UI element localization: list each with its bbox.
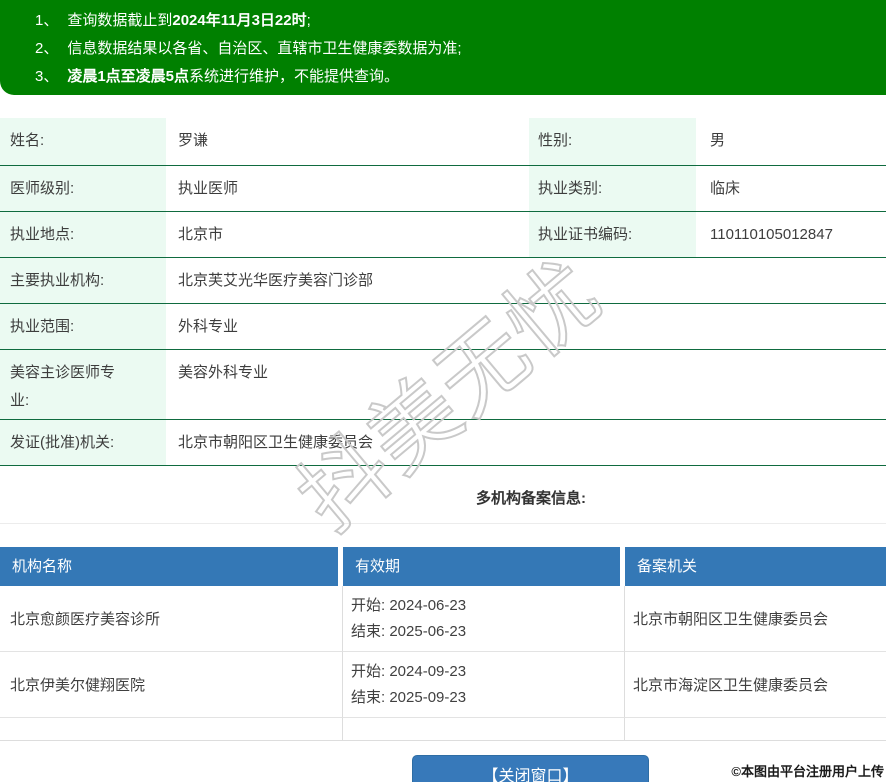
institution-name: 北京伊美尔健翔医院 xyxy=(0,652,343,718)
validity-period: 开始: 2024-06-23 结束: 2025-06-23 xyxy=(343,586,625,652)
close-window-button[interactable]: 【关闭窗口】 xyxy=(412,755,649,782)
validity-start: 开始: 2024-09-27 xyxy=(351,738,624,741)
notice-number: 3、 xyxy=(35,68,59,85)
notice-number: 2、 xyxy=(35,40,59,57)
field-value-practice-scope: 外科专业 xyxy=(178,318,239,335)
field-label-certificate-no: 执业证书编码: xyxy=(529,212,696,257)
field-value-practice-type: 临床 xyxy=(710,180,741,197)
filing-table-header-row: 机构名称 有效期 备案机关 xyxy=(0,547,886,586)
table-row: 北京愈颜医疗美容诊所 开始: 2024-06-23 结束: 2025-06-23… xyxy=(0,586,886,652)
institution-name xyxy=(0,718,343,740)
notice-line-3: 3、 凌晨1点至凌晨5点系统进行维护，不能提供查询。 xyxy=(0,63,886,91)
query-result-page: 1、 查询数据截止到2024年11月3日22时; 2、 信息数据结果以各省、自治区、… xyxy=(0,0,886,782)
field-label-practice-type: 执业类别: xyxy=(529,166,696,211)
notice-text: 信息数据结果以各省、自治区、直辖市卫生健康委数据为准; xyxy=(67,40,462,57)
field-label-gender: 性别: xyxy=(529,118,696,165)
validity-end: 结束: 2025-09-23 xyxy=(351,688,467,706)
validity-period: 开始: 2024-09-23 结束: 2025-09-23 xyxy=(343,652,625,718)
table-row: 北京伊美尔健翔医院 开始: 2024-09-23 结束: 2025-09-23 … xyxy=(0,652,886,718)
field-value-main-institution: 北京芙艾光华医疗美容门诊部 xyxy=(178,272,374,289)
table-row: 执业范围: 外科专业 xyxy=(0,304,886,350)
table-row: 主要执业机构: 北京芙艾光华医疗美容门诊部 xyxy=(0,258,886,304)
filing-table: 机构名称 有效期 备案机关 北京愈颜医疗美容诊所 开始: 2024-06-23 … xyxy=(0,547,886,741)
field-label-practice-place: 执业地点: xyxy=(0,212,166,257)
field-label-doctor-level: 医师级别: xyxy=(0,166,166,211)
multi-institution-section-title: 多机构备案信息: xyxy=(476,490,586,507)
field-label-issuing-authority: 发证(批准)机关: xyxy=(0,420,166,465)
divider xyxy=(0,523,886,524)
notice-text: ; xyxy=(306,12,311,29)
notice-number: 1、 xyxy=(35,12,59,29)
field-value-name: 罗谦 xyxy=(178,132,209,149)
field-value-doctor-level: 执业医师 xyxy=(178,180,239,197)
filing-authority: 北京市朝阳区卫生健康委员会 xyxy=(625,586,886,652)
filing-authority xyxy=(625,718,886,740)
notice-text: 查询数据截止到 xyxy=(67,12,173,29)
notice-bar: 1、 查询数据截止到2024年11月3日22时; 2、 信息数据结果以各省、自治区、… xyxy=(0,0,886,95)
validity-start: 开始: 2024-09-23 xyxy=(351,662,467,680)
validity-period: 开始: 2024-09-27 xyxy=(343,718,625,741)
doctor-info-table: 姓名: 罗谦 性别: 男 医师级别: 执业医师 执业类别: 临床 执业地点: 北… xyxy=(0,118,886,466)
uploader-note: ©本图由平台注册用户上传 xyxy=(731,764,884,779)
field-label-cosmetic-specialty: 美容主诊医师专业: xyxy=(0,350,166,419)
notice-line-2: 2、 信息数据结果以各省、自治区、直辖市卫生健康委数据为准; xyxy=(0,35,886,63)
notice-text-bold: 2024年11月3日22时 xyxy=(172,12,307,29)
validity-end: 结束: 2025-06-23 xyxy=(351,622,467,640)
notice-line-1: 1、 查询数据截止到2024年11月3日22时; xyxy=(0,7,886,35)
field-value-certificate-no: 110110105012847 xyxy=(710,226,833,243)
validity-start: 开始: 2024-06-23 xyxy=(351,596,467,614)
table-row: 发证(批准)机关: 北京市朝阳区卫生健康委员会 xyxy=(0,420,886,466)
filing-authority: 北京市海淀区卫生健康委员会 xyxy=(625,652,886,718)
field-value-issuing-authority: 北京市朝阳区卫生健康委员会 xyxy=(178,434,374,451)
field-value-practice-place: 北京市 xyxy=(178,226,224,243)
institution-name: 北京愈颜医疗美容诊所 xyxy=(0,586,343,652)
field-label-main-institution: 主要执业机构: xyxy=(0,258,166,303)
field-value-cosmetic-specialty: 美容外科专业 xyxy=(178,364,269,381)
column-header-filing-authority: 备案机关 xyxy=(625,547,886,586)
notice-text-bold: 凌晨1点至凌晨5点 xyxy=(67,68,190,85)
table-row: 开始: 2024-09-27 xyxy=(0,718,886,741)
table-row: 美容主诊医师专业: 美容外科专业 xyxy=(0,350,886,420)
table-row: 医师级别: 执业医师 执业类别: 临床 xyxy=(0,166,886,212)
field-label-name: 姓名: xyxy=(0,118,166,165)
notice-text: 系统进行维护，不能提供查询。 xyxy=(189,68,400,85)
field-label-practice-scope: 执业范围: xyxy=(0,304,166,349)
table-row: 姓名: 罗谦 性别: 男 xyxy=(0,118,886,166)
field-value-gender: 男 xyxy=(710,132,726,149)
column-header-validity-period: 有效期 xyxy=(343,547,625,586)
column-header-institution-name: 机构名称 xyxy=(0,547,343,586)
table-row: 执业地点: 北京市 执业证书编码: 110110105012847 xyxy=(0,212,886,258)
